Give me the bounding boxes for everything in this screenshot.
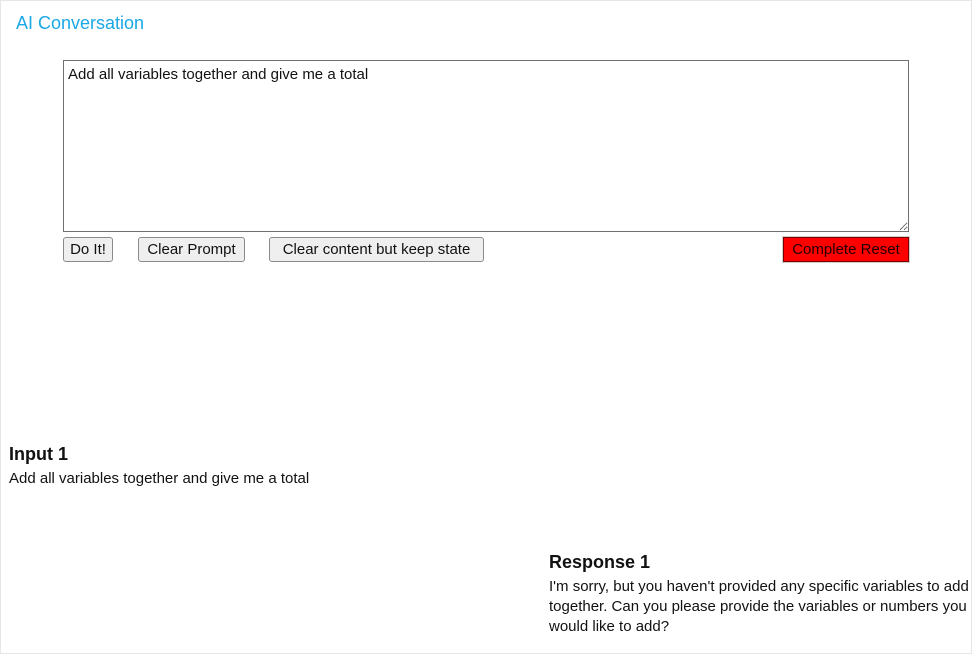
response-text: I'm sorry, but you haven't provided any … bbox=[549, 578, 969, 635]
response-message: Response 1 I'm sorry, but you haven't pr… bbox=[549, 551, 969, 637]
clear-prompt-button[interactable]: Clear Prompt bbox=[138, 237, 245, 262]
input-message: Input 1 Add all variables together and g… bbox=[9, 443, 529, 489]
do-it-button[interactable]: Do It! bbox=[63, 237, 113, 262]
response-heading: Response 1 bbox=[549, 552, 651, 572]
clear-content-keep-state-button[interactable]: Clear content but keep state bbox=[269, 237, 484, 262]
input-text: Add all variables together and give me a… bbox=[9, 470, 310, 487]
complete-reset-button[interactable]: Complete Reset bbox=[782, 236, 910, 263]
input-heading: Input 1 bbox=[9, 444, 68, 464]
app-title: AI Conversation bbox=[16, 13, 145, 33]
prompt-textarea[interactable]: Add all variables together and give me a… bbox=[63, 60, 909, 232]
